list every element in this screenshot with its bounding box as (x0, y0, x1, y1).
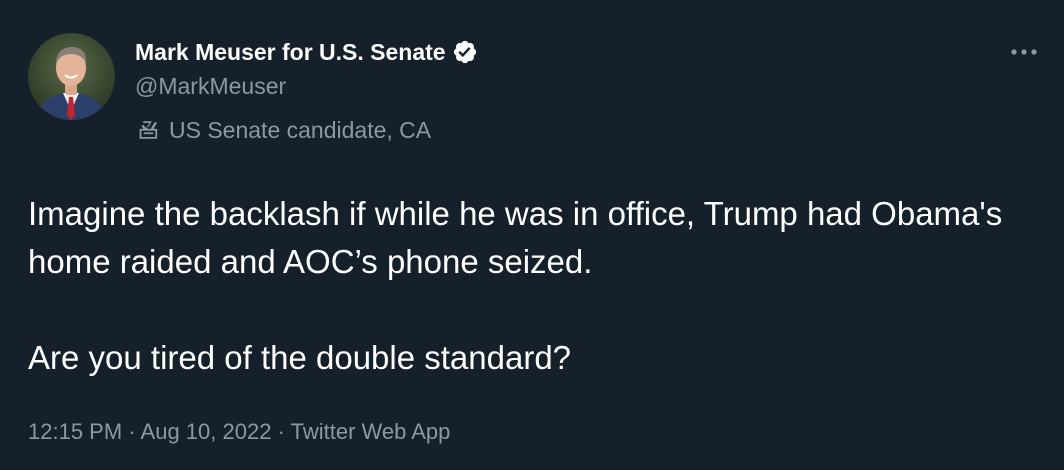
meta-separator: · (277, 419, 291, 444)
author-label-text: US Senate candidate, CA (169, 116, 432, 143)
verified-badge-icon (452, 39, 478, 65)
tweet-metadata: 12:15 PM · Aug 10, 2022 · Twitter Web Ap… (28, 419, 450, 445)
tweet-source[interactable]: Twitter Web App (291, 419, 451, 444)
author-name-row: Mark Meuser for U.S. Senate (135, 37, 478, 67)
ballot-box-icon (135, 116, 163, 144)
author-label: US Senate candidate, CA (135, 115, 431, 145)
tweet-date[interactable]: Aug 10, 2022 (141, 419, 272, 444)
tweet-paragraph: Imagine the backlash if while he was in … (28, 195, 1003, 280)
author-handle[interactable]: @MarkMeuser (135, 73, 286, 100)
profile-photo (28, 33, 115, 120)
tweet-text: Imagine the backlash if while he was in … (28, 190, 1038, 382)
tweet-time[interactable]: 12:15 PM (28, 419, 122, 444)
avatar[interactable] (28, 33, 115, 120)
author-display-name[interactable]: Mark Meuser for U.S. Senate (135, 39, 446, 66)
meta-separator: · (128, 419, 141, 444)
tweet-paragraph: Are you tired of the double standard? (28, 339, 572, 376)
tweet-card: Mark Meuser for U.S. Senate @MarkMeuser … (0, 0, 1064, 470)
more-options-icon[interactable] (1006, 34, 1042, 70)
